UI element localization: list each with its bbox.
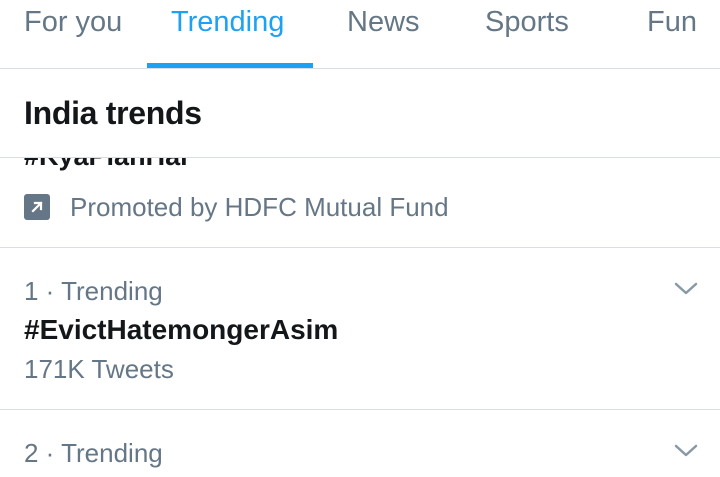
trend-item[interactable]: 2 · Trending [0,410,720,477]
tab-for-you[interactable]: For you [24,0,122,68]
explore-tab-bar: For you Trending News Sports Fun [0,0,720,69]
active-tab-indicator [147,63,313,68]
promoted-by-label: Promoted by HDFC Mutual Fund [70,191,449,222]
promoted-trend[interactable]: #KyaPlanHai Promoted by HDFC Mutual Fund [0,157,720,248]
trend-item[interactable]: 1 · Trending #EvictHatemongerAsim 171K T… [0,248,720,410]
page-title: India trends [24,95,202,131]
tab-trending[interactable]: Trending [171,0,284,68]
trend-tweet-count: 171K Tweets [24,354,174,384]
tab-news[interactable]: News [347,0,420,68]
section-header: India trends [0,69,720,158]
chevron-down-icon[interactable] [673,442,699,460]
trend-rank-label: 1 · Trending [24,276,163,306]
trend-hashtag[interactable]: #EvictHatemongerAsim [24,314,338,346]
promoted-arrow-icon [24,194,50,220]
chevron-down-icon[interactable] [673,280,699,298]
tab-sports[interactable]: Sports [485,0,569,68]
explore-screen: For you Trending News Sports Fun #KyaPla… [0,0,720,477]
tab-fun[interactable]: Fun [647,0,697,68]
promoted-label-row: Promoted by HDFC Mutual Fund [24,191,449,222]
trend-rank-label: 2 · Trending [24,438,163,468]
promoted-hashtag[interactable]: #KyaPlanHai [24,157,188,172]
